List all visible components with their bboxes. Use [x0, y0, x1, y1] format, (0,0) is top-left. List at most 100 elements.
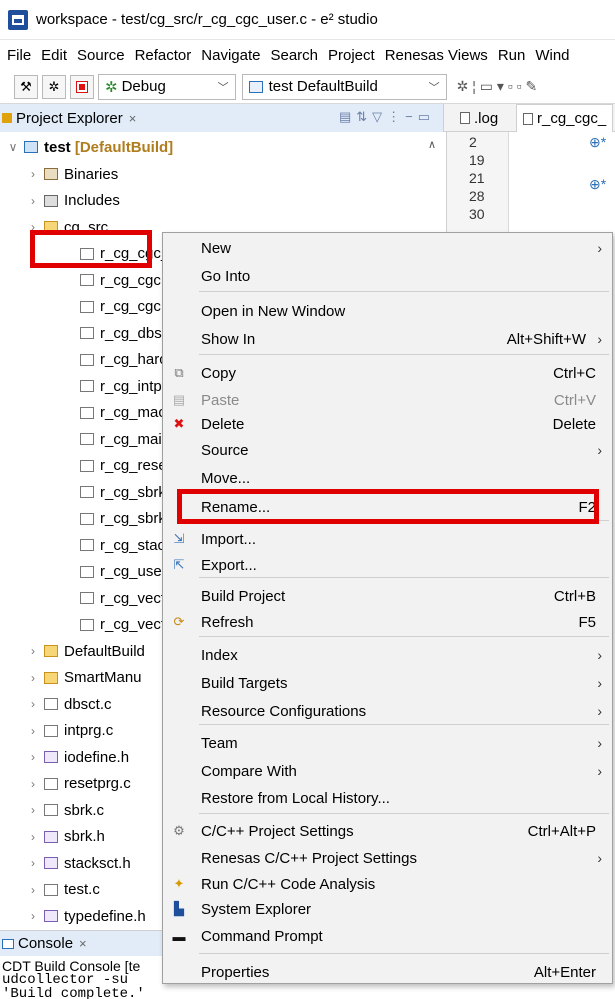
launch-mode-select[interactable]: ✲ Debug ﹀ [98, 73, 236, 100]
tab-project-explorer[interactable]: Project Explorer × ▤⇅▽⋮−▭ [0, 104, 444, 132]
menu-item-build-targets[interactable]: Build Targets › [163, 670, 612, 696]
menu-item-copy[interactable]: ⧉ Copy Ctrl+C [163, 360, 612, 386]
menu-item-new[interactable]: New › [163, 235, 612, 261]
menu-item-renesas-c-c-project-settings[interactable]: Renesas C/C++ Project Settings › [163, 845, 612, 871]
menu-renesas-views[interactable]: Renesas Views [380, 47, 493, 64]
tree-item[interactable]: r_cg_mac [76, 400, 166, 426]
tree-item[interactable]: r_cg_sbrk [76, 506, 166, 532]
tree-item[interactable]: r_cg_mai [76, 426, 162, 452]
menu-item-import[interactable]: ⇲ Import... [163, 526, 612, 552]
tree-item[interactable]: › Binaries [26, 161, 118, 187]
tree-item[interactable]: r_cg_intp [76, 373, 162, 399]
tree-item[interactable]: › stacksct.h [26, 850, 131, 876]
tree-item[interactable]: › SmartManu [26, 665, 142, 691]
menu-item-index[interactable]: Index › [163, 642, 612, 668]
tree-item[interactable]: r_cg_cgc. [76, 294, 165, 320]
menu-item-resource-configurations[interactable]: Resource Configurations › [163, 698, 612, 724]
menu-item-properties[interactable]: Properties Alt+Enter [163, 959, 612, 985]
menu-item-show-in[interactable]: Show In Alt+Shift+W › [163, 326, 612, 352]
tree-item[interactable]: › DefaultBuild [26, 638, 145, 664]
menu-item-c-c-project-settings[interactable]: ⚙ C/C++ Project Settings Ctrl+Alt+P [163, 818, 612, 844]
tree-item[interactable]: › intprg.c [26, 718, 113, 744]
tree-item[interactable]: r_cg_harc [76, 347, 167, 373]
chevron-right-icon[interactable]: › [26, 167, 40, 181]
tab-log[interactable]: .log [454, 104, 504, 132]
tab-r-cg-cgc[interactable]: r_cg_cgc_ [516, 104, 614, 132]
menu-item-paste[interactable]: ▤ Paste Ctrl+V [163, 387, 612, 413]
tree-item[interactable]: r_cg_vect [76, 612, 165, 638]
chevron-down-icon: ﹀ [428, 81, 440, 94]
c-file-icon [523, 112, 533, 125]
tree-item[interactable]: r_cg_cgc. [76, 267, 165, 293]
menu-item-export[interactable]: ⇱ Export... [163, 552, 612, 578]
close-icon[interactable]: × [79, 936, 87, 951]
tree-item[interactable]: › sbrk.c [26, 797, 104, 823]
menu-item-label: Import... [201, 530, 257, 548]
menu-item-command-prompt[interactable]: ▬ Command Prompt [163, 923, 612, 949]
debug-config-icon[interactable]: ✲ [42, 74, 66, 99]
explorer-view-tools[interactable]: ▤⇅▽⋮−▭ [339, 109, 435, 125]
chevron-right-icon[interactable]: › [26, 671, 40, 685]
chevron-right-icon[interactable]: › [26, 750, 40, 764]
menu-item-build-project[interactable]: Build Project Ctrl+B [163, 583, 612, 609]
menu-item-go-into[interactable]: Go Into [163, 263, 612, 289]
menu-file[interactable]: File [2, 47, 36, 64]
toolbar-more-icons[interactable]: ✲ ¦ ▭ ▾ ▫ ▫ ✎ [457, 78, 538, 95]
tree-item-label: r_cg_sbrk [100, 510, 166, 527]
chevron-right-icon[interactable]: › [26, 830, 40, 844]
menu-project[interactable]: Project [323, 47, 380, 64]
chevron-right-icon[interactable]: › [26, 644, 40, 658]
menu-source[interactable]: Source [72, 47, 130, 64]
tree-item[interactable]: › iodefine.h [26, 744, 129, 770]
hammer-icon[interactable]: ⚒ [14, 74, 38, 99]
menu-item-restore-from-local-history[interactable]: Restore from Local History... [163, 785, 612, 811]
menu-item-delete[interactable]: ✖ Delete Delete [163, 411, 612, 437]
stop-button[interactable] [70, 74, 94, 99]
tree-item[interactable]: r_cg_vect [76, 585, 165, 611]
menu-item-refresh[interactable]: ⟳ Refresh F5 [163, 609, 612, 635]
chevron-right-icon[interactable]: › [26, 803, 40, 817]
close-icon[interactable]: × [129, 111, 137, 126]
tree-item[interactable]: › typedefine.h [26, 903, 146, 929]
menu-search[interactable]: Search [265, 47, 323, 64]
tree-item[interactable]: r_cg_user [76, 559, 167, 585]
launch-config-select[interactable]: test DefaultBuild ﹀ [241, 73, 447, 100]
fold-marker[interactable]: ⊕* [589, 134, 606, 151]
tree-item[interactable]: r_cg_rese [76, 453, 167, 479]
chevron-right-icon[interactable]: › [26, 724, 40, 738]
menu-navigate[interactable]: Navigate [196, 47, 265, 64]
menu-edit[interactable]: Edit [36, 47, 72, 64]
menu-item-move[interactable]: Move... [163, 465, 612, 491]
menu-run[interactable]: Run [493, 47, 531, 64]
fold-marker[interactable]: ⊕* [589, 176, 606, 193]
chevron-right-icon[interactable]: › [26, 883, 40, 897]
menu-window[interactable]: Wind [530, 47, 574, 64]
chevron-right-icon[interactable]: › [26, 909, 40, 923]
menu-item-compare-with[interactable]: Compare With › [163, 758, 612, 784]
chevron-right-icon[interactable]: › [26, 777, 40, 791]
tree-item-label: Includes [64, 192, 120, 209]
tree-project-test[interactable]: ∨ test [DefaultBuild] [6, 134, 174, 160]
tree-item[interactable]: › test.c [26, 877, 100, 903]
tree-item-label: r_cg_cgc. [100, 298, 166, 315]
settings-icon: ⚙ [173, 823, 185, 838]
tree-item[interactable]: r_cg_dbs [76, 320, 162, 346]
chevron-right-icon[interactable]: › [26, 697, 40, 711]
tree-item[interactable]: › resetprg.c [26, 771, 131, 797]
menu-item-label: Go Into [201, 267, 251, 285]
tree-item[interactable]: › Includes [26, 188, 120, 214]
menu-item-run-c-c-code-analysis[interactable]: ✦ Run C/C++ Code Analysis [163, 871, 612, 897]
tree-item[interactable]: r_cg_sbrk [76, 479, 166, 505]
menu-item-open-in-new-window[interactable]: Open in New Window [163, 298, 612, 324]
scroll-up-icon[interactable]: ∧ [428, 138, 436, 151]
chevron-right-icon[interactable]: › [26, 194, 40, 208]
menu-item-team[interactable]: Team › [163, 730, 612, 756]
tree-item[interactable]: › sbrk.h [26, 824, 105, 850]
menu-item-system-explorer[interactable]: ▙ System Explorer [163, 896, 612, 922]
tree-item[interactable]: › dbsct.c [26, 691, 112, 717]
chevron-down-icon[interactable]: ∨ [6, 140, 20, 154]
menu-refactor[interactable]: Refactor [130, 47, 197, 64]
chevron-right-icon[interactable]: › [26, 856, 40, 870]
tree-item[interactable]: r_cg_stac [76, 532, 165, 558]
menu-item-source[interactable]: Source › [163, 437, 612, 463]
